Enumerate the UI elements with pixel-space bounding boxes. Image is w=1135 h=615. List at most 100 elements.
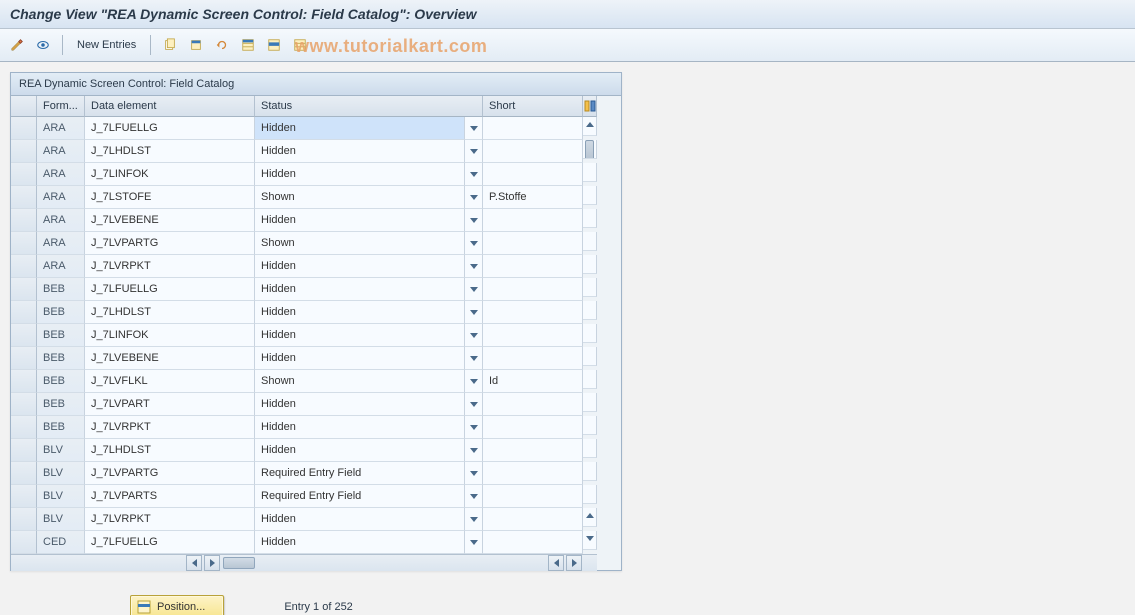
vscroll-down-button[interactable] <box>583 531 596 545</box>
row-select-handle[interactable] <box>11 485 37 508</box>
vertical-scrollbar-track[interactable] <box>583 370 597 389</box>
short-cell[interactable] <box>483 301 583 324</box>
status-dropdown-arrow[interactable] <box>465 209 483 232</box>
vertical-scrollbar-track[interactable] <box>583 186 597 205</box>
status-dropdown-arrow[interactable] <box>465 531 483 554</box>
vertical-scrollbar-track[interactable] <box>583 462 597 481</box>
data-element-cell[interactable]: J_7LVEBENE <box>85 209 255 232</box>
status-dropdown-arrow[interactable] <box>465 324 483 347</box>
delete-icon[interactable] <box>185 34 207 56</box>
data-element-cell[interactable]: J_7LINFOK <box>85 324 255 347</box>
vertical-scrollbar-track[interactable] <box>583 508 597 527</box>
row-select-handle[interactable] <box>11 278 37 301</box>
data-element-cell[interactable]: J_7LINFOK <box>85 163 255 186</box>
position-button[interactable]: Position... <box>130 595 224 615</box>
select-block-icon[interactable] <box>263 34 285 56</box>
vertical-scrollbar-track[interactable] <box>583 439 597 458</box>
data-element-cell[interactable]: J_7LVPARTS <box>85 485 255 508</box>
short-cell[interactable] <box>483 393 583 416</box>
status-dropdown[interactable]: Hidden <box>255 416 465 439</box>
status-dropdown-arrow[interactable] <box>465 278 483 301</box>
undo-change-icon[interactable] <box>211 34 233 56</box>
col-data-element-header[interactable]: Data element <box>85 96 255 117</box>
status-dropdown[interactable]: Hidden <box>255 324 465 347</box>
status-dropdown[interactable]: Hidden <box>255 531 465 554</box>
vertical-scrollbar-track[interactable] <box>583 163 597 182</box>
short-cell[interactable] <box>483 278 583 301</box>
status-dropdown-arrow[interactable] <box>465 393 483 416</box>
status-dropdown[interactable]: Hidden <box>255 140 465 163</box>
hscroll-right-button[interactable] <box>204 555 220 571</box>
hscroll-thumb[interactable] <box>223 557 255 569</box>
row-select-handle[interactable] <box>11 508 37 531</box>
short-cell[interactable] <box>483 232 583 255</box>
status-dropdown[interactable]: Hidden <box>255 163 465 186</box>
short-cell[interactable] <box>483 416 583 439</box>
row-select-handle[interactable] <box>11 163 37 186</box>
data-element-cell[interactable]: J_7LVRPKT <box>85 416 255 439</box>
row-select-handle[interactable] <box>11 416 37 439</box>
short-cell[interactable] <box>483 324 583 347</box>
data-element-cell[interactable]: J_7LVPARTG <box>85 462 255 485</box>
vertical-scrollbar-track[interactable] <box>583 416 597 435</box>
short-cell[interactable]: P.Stoffe <box>483 186 583 209</box>
short-cell[interactable] <box>483 140 583 163</box>
col-short-header[interactable]: Short <box>483 96 583 117</box>
hscroll-right-button-2[interactable] <box>566 555 582 571</box>
vscroll-up-button[interactable] <box>583 117 596 131</box>
short-cell[interactable]: Id <box>483 370 583 393</box>
status-dropdown[interactable]: Shown <box>255 232 465 255</box>
short-cell[interactable] <box>483 347 583 370</box>
status-dropdown-arrow[interactable] <box>465 301 483 324</box>
short-cell[interactable] <box>483 439 583 462</box>
status-dropdown[interactable]: Hidden <box>255 393 465 416</box>
short-cell[interactable] <box>483 117 583 140</box>
vertical-scrollbar-track[interactable] <box>583 117 597 136</box>
short-cell[interactable] <box>483 255 583 278</box>
new-entries-button[interactable]: New Entries <box>71 39 142 51</box>
row-select-header[interactable] <box>11 96 37 117</box>
row-select-handle[interactable] <box>11 347 37 370</box>
data-element-cell[interactable]: J_7LHDLST <box>85 439 255 462</box>
row-select-handle[interactable] <box>11 186 37 209</box>
status-dropdown[interactable]: Hidden <box>255 347 465 370</box>
status-dropdown[interactable]: Required Entry Field <box>255 462 465 485</box>
short-cell[interactable] <box>483 163 583 186</box>
row-select-handle[interactable] <box>11 301 37 324</box>
status-dropdown[interactable]: Hidden <box>255 117 465 140</box>
other-view-icon[interactable] <box>32 34 54 56</box>
vertical-scrollbar-track[interactable] <box>583 232 597 251</box>
status-dropdown-arrow[interactable] <box>465 232 483 255</box>
row-select-handle[interactable] <box>11 439 37 462</box>
configure-columns-icon[interactable] <box>583 96 597 117</box>
vertical-scrollbar-track[interactable] <box>583 255 597 274</box>
vertical-scrollbar-track[interactable] <box>583 324 597 343</box>
data-element-cell[interactable]: J_7LVEBENE <box>85 347 255 370</box>
status-dropdown-arrow[interactable] <box>465 347 483 370</box>
vertical-scrollbar-track[interactable] <box>583 347 597 366</box>
row-select-handle[interactable] <box>11 232 37 255</box>
hscroll-left-button-2[interactable] <box>548 555 564 571</box>
vertical-scrollbar-track[interactable] <box>583 140 597 159</box>
row-select-handle[interactable] <box>11 393 37 416</box>
status-dropdown-arrow[interactable] <box>465 508 483 531</box>
row-select-handle[interactable] <box>11 531 37 554</box>
vertical-scrollbar-track[interactable] <box>583 301 597 320</box>
select-all-icon[interactable] <box>237 34 259 56</box>
toggle-display-change-icon[interactable] <box>6 34 28 56</box>
vertical-scrollbar-track[interactable] <box>583 531 597 550</box>
row-select-handle[interactable] <box>11 117 37 140</box>
data-element-cell[interactable]: J_7LFUELLG <box>85 117 255 140</box>
data-element-cell[interactable]: J_7LVRPKT <box>85 508 255 531</box>
row-select-handle[interactable] <box>11 255 37 278</box>
status-dropdown[interactable]: Hidden <box>255 278 465 301</box>
status-dropdown-arrow[interactable] <box>465 439 483 462</box>
data-element-cell[interactable]: J_7LSTOFE <box>85 186 255 209</box>
vertical-scrollbar-track[interactable] <box>583 485 597 504</box>
row-select-handle[interactable] <box>11 140 37 163</box>
data-element-cell[interactable]: J_7LVRPKT <box>85 255 255 278</box>
status-dropdown[interactable]: Hidden <box>255 439 465 462</box>
data-element-cell[interactable]: J_7LHDLST <box>85 140 255 163</box>
data-element-cell[interactable]: J_7LVPART <box>85 393 255 416</box>
hscroll-left-button[interactable] <box>186 555 202 571</box>
